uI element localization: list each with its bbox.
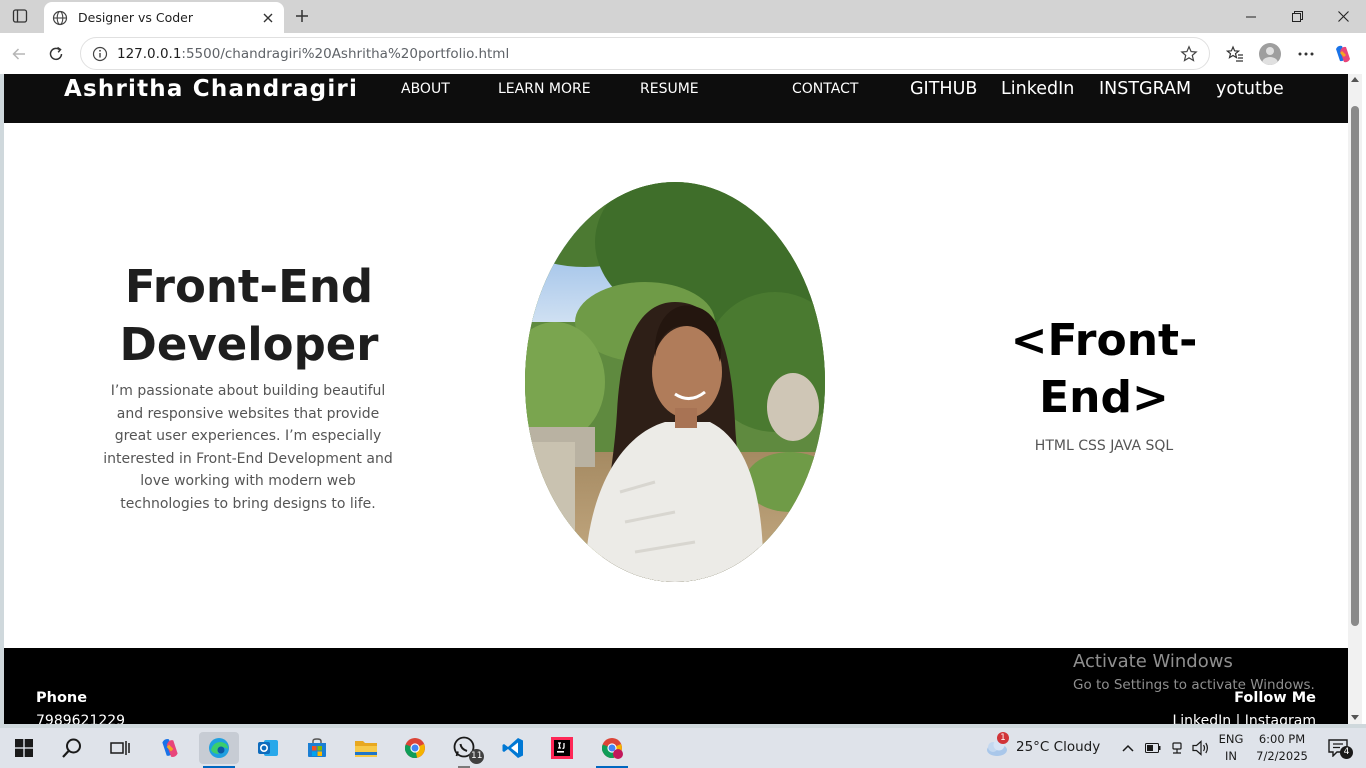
code-title-line1: <Front-: [1010, 315, 1198, 366]
globe-icon: [52, 10, 68, 26]
hero-title: Front-End Developer: [94, 258, 404, 374]
hero-title-line1: Front-End: [124, 260, 374, 313]
activate-windows-watermark: Activate Windows Go to Settings to activ…: [1073, 650, 1315, 696]
chrome-profile-icon[interactable]: [592, 732, 632, 768]
phone-label: Phone: [36, 690, 88, 706]
scroll-up-icon[interactable]: [1351, 77, 1359, 82]
weather-cloud-icon[interactable]: 1: [980, 732, 1012, 764]
windows-start-icon[interactable]: [4, 732, 44, 764]
network-icon[interactable]: [1166, 732, 1188, 764]
site-navbar: Ashritha Chandragiri ABOUT LEARN MORE RE…: [4, 74, 1348, 123]
chrome-icon[interactable]: [395, 732, 435, 764]
nav-contact[interactable]: CONTACT: [792, 74, 858, 106]
tab-actions-icon[interactable]: [8, 5, 32, 27]
minimize-button[interactable]: [1228, 0, 1274, 33]
url-host: 127.0.0.1: [117, 45, 182, 62]
new-tab-button[interactable]: [290, 5, 314, 27]
outlook-icon[interactable]: [248, 732, 288, 764]
copilot-icon[interactable]: [1329, 41, 1357, 67]
url-path: :5500/chandragiri%20Ashritha%20portfolio…: [181, 45, 510, 62]
code-title: <Front- End>: [984, 312, 1224, 426]
clock-time: 6:00 PM: [1258, 732, 1306, 746]
nav-linkedin[interactable]: LinkedIn: [1001, 74, 1074, 106]
search-icon[interactable]: [52, 732, 92, 764]
scroll-down-icon[interactable]: [1351, 715, 1359, 720]
site-info-icon[interactable]: [91, 45, 109, 63]
activate-subtitle: Go to Settings to activate Windows.: [1073, 677, 1315, 693]
nav-about[interactable]: ABOUT: [401, 74, 450, 106]
vscode-icon[interactable]: [493, 732, 533, 764]
windows-taskbar: 11 1 25°C Cloudy ENG IN 6:00 PM 7/2/2025…: [0, 728, 1366, 768]
site-brand[interactable]: Ashritha Chandragiri: [64, 74, 358, 106]
region-code: IN: [1225, 749, 1237, 763]
hero-description: I’m passionate about building beautiful …: [103, 383, 393, 512]
footer-social-links[interactable]: LinkedIn | Instagram: [1172, 713, 1316, 724]
nav-instagram[interactable]: INSTGRAM: [1099, 74, 1191, 106]
close-window-button[interactable]: [1320, 0, 1366, 33]
browser-tab[interactable]: Designer vs Coder: [44, 2, 284, 33]
more-options-icon[interactable]: [1292, 41, 1320, 67]
skills-list: HTML CSS JAVA SQL: [1034, 438, 1174, 454]
window-edge: [1362, 74, 1366, 724]
language-indicator[interactable]: ENG IN: [1216, 732, 1246, 763]
phone-number[interactable]: 7989621229: [36, 713, 125, 724]
restore-button[interactable]: [1274, 0, 1320, 33]
whatsapp-icon[interactable]: 11: [444, 732, 485, 768]
nav-youtube[interactable]: yotutbe: [1216, 74, 1284, 106]
weather-text[interactable]: 25°C Cloudy: [1016, 739, 1100, 755]
language-code: ENG: [1218, 732, 1244, 746]
page-scrollbar[interactable]: [1348, 74, 1362, 724]
nav-resume[interactable]: RESUME: [640, 74, 699, 106]
reload-icon[interactable]: [43, 41, 69, 67]
profile-photo: [525, 182, 825, 582]
tab-title: Designer vs Coder: [78, 10, 193, 25]
notification-count: 4: [1340, 746, 1353, 759]
file-explorer-icon[interactable]: [346, 732, 386, 764]
clock-date: 7/2/2025: [1256, 749, 1308, 763]
copilot-taskbar-icon[interactable]: [150, 732, 190, 764]
favorites-icon[interactable]: [1221, 41, 1249, 67]
nav-learn-more[interactable]: LEARN MORE: [498, 74, 591, 106]
address-bar[interactable]: 127.0.0.1:5500/chandragiri%20Ashritha%20…: [80, 37, 1210, 70]
code-title-line2: End>: [1039, 372, 1169, 423]
microsoft-store-icon[interactable]: [297, 732, 337, 764]
whatsapp-badge: 11: [469, 749, 485, 764]
browser-toolbar: 127.0.0.1:5500/chandragiri%20Ashritha%20…: [0, 33, 1366, 74]
page-viewport: Ashritha Chandragiri ABOUT LEARN MORE RE…: [4, 74, 1348, 724]
edge-browser-icon[interactable]: [199, 732, 239, 768]
volume-icon[interactable]: [1190, 732, 1212, 764]
favorite-star-icon[interactable]: [1179, 44, 1199, 64]
back-arrow-icon[interactable]: [6, 41, 32, 67]
intellij-icon[interactable]: [542, 732, 582, 764]
url-text: 127.0.0.1:5500/chandragiri%20Ashritha%20…: [117, 46, 1179, 62]
battery-icon[interactable]: [1142, 732, 1164, 764]
browser-tab-bar: Designer vs Coder: [0, 0, 1366, 33]
close-tab-icon[interactable]: [260, 10, 276, 26]
weather-badge: 1: [997, 732, 1009, 744]
profile-avatar[interactable]: [1256, 41, 1284, 67]
show-hidden-icons-chevron-up-icon[interactable]: [1118, 732, 1138, 764]
notifications-icon[interactable]: 4: [1320, 732, 1356, 764]
nav-github[interactable]: GITHUB: [910, 74, 977, 106]
activate-title: Activate Windows: [1073, 651, 1233, 672]
task-view-icon[interactable]: [100, 732, 140, 764]
clock[interactable]: 6:00 PM 7/2/2025: [1254, 732, 1310, 763]
scrollbar-thumb[interactable]: [1351, 106, 1359, 626]
hero-title-line2: Developer: [119, 318, 379, 371]
